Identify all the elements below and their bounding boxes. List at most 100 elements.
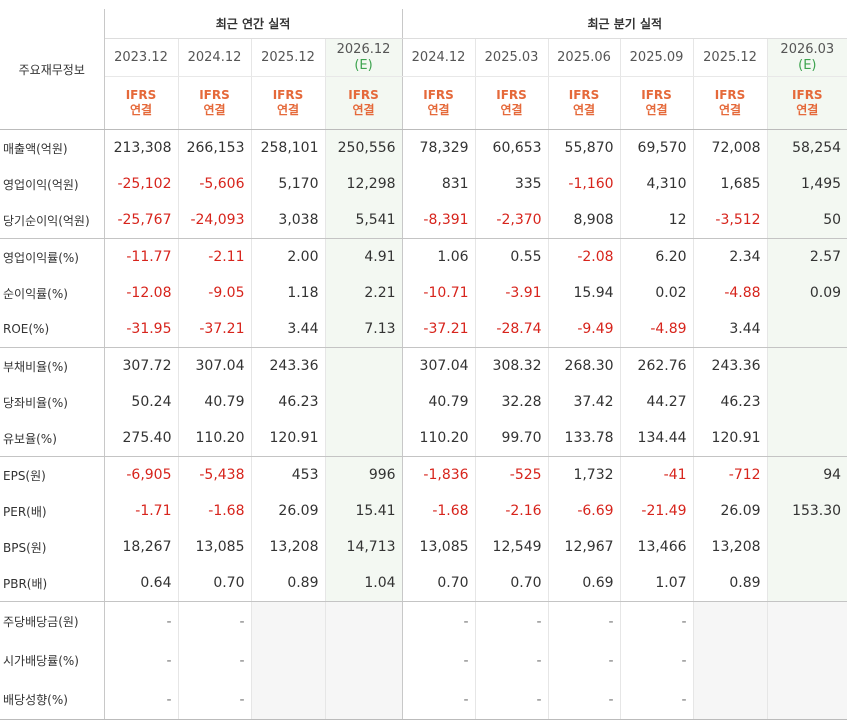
table-cell: -21.49 [619, 493, 694, 529]
table-cell: 12 [619, 202, 694, 239]
ifrs-consolidated-label: IFRS 연결 [547, 76, 621, 130]
consolidated-text: 연결 [352, 103, 375, 117]
table-cell: 6.20 [619, 238, 694, 275]
table-cell [766, 529, 848, 565]
table-cell: - [547, 641, 621, 680]
table-cell [250, 680, 325, 720]
consolidated-text: 연결 [645, 103, 668, 117]
table-cell: 2.34 [692, 238, 768, 275]
table-cell: 18,267 [122, 539, 172, 555]
table-cell: -2.08 [547, 238, 621, 275]
table-cell: -3,512 [692, 202, 768, 239]
row-label: 영업이익(억원) [0, 166, 105, 202]
table-cell: 7.13 [324, 311, 403, 348]
table-cell: 32.28 [474, 384, 549, 420]
table-cell: - [463, 613, 469, 630]
table-cell [766, 347, 848, 384]
table-cell: -1.68 [177, 493, 251, 529]
table-cell: -1.68 [432, 503, 469, 519]
ifrs-text: IFRS [125, 88, 157, 102]
table-cell: 14,713 [324, 529, 403, 565]
table-cell: - [474, 601, 549, 641]
period-label: 2025.06 [557, 49, 611, 65]
table-cell: 996 [324, 456, 403, 493]
consolidated-text: 연결 [276, 103, 300, 117]
table-cell: 40.79 [177, 384, 251, 420]
table-cell: 72,008 [692, 129, 768, 166]
table-cell: 275.40 [104, 420, 178, 457]
table-cell: 5,541 [324, 202, 403, 239]
table-cell: 258,101 [250, 129, 325, 166]
table-row: 주당배당금(원) - - - - - - [0, 601, 848, 641]
table-cell: 13,208 [692, 529, 768, 565]
corner-header: 주요재무정보 [0, 9, 105, 130]
table-cell: 46.23 [692, 384, 768, 420]
table-cell: -31.95 [104, 311, 178, 348]
table-cell: 0.70 [474, 565, 549, 602]
table-cell: -5,438 [177, 456, 251, 493]
table-cell: 15.41 [324, 493, 403, 529]
table-cell: 2.57 [766, 238, 848, 275]
period-label: 2024.12 [187, 49, 242, 65]
period-label: 2025.12 [703, 49, 757, 65]
table-cell: 213,308 [113, 140, 172, 156]
table-cell: -41 [619, 456, 694, 493]
table-cell: 307.72 [122, 358, 172, 374]
ifrs-consolidated-label: IFRS 연결 [324, 76, 403, 130]
table-row: 배당성향(%) - - - - - - [0, 680, 848, 720]
table-row: PER(배) -1.71 -1.68 26.09 15.41 -1.68 -2.16 -6.6… [0, 493, 848, 529]
ifrs-consolidated-label: IFRS 연결 [766, 76, 848, 130]
table-cell: 110.20 [177, 420, 251, 457]
period-header: 2025.06 [547, 38, 621, 77]
period-header: 2025.12 [250, 38, 325, 77]
ifrs-consolidated-label: IFRS 연결 [692, 76, 768, 130]
row-label: PER(배) [0, 493, 105, 529]
period-header: 2024.12 [402, 38, 476, 77]
ifrs-consolidated-label: IFRS 연결 [474, 76, 549, 130]
ifrs-text: IFRS [568, 88, 600, 102]
table-cell: 307.04 [419, 358, 469, 374]
row-label: 영업이익률(%) [0, 238, 105, 275]
table-cell: 1.04 [324, 565, 403, 602]
period-header: 2025.09 [619, 38, 694, 77]
table-cell: -2.16 [474, 493, 549, 529]
table-cell: 2.21 [324, 275, 403, 311]
table-row: 부채비율(%) 307.72 307.04 243.36 307.04 308.32 268… [0, 347, 848, 384]
ifrs-text: IFRS [272, 88, 304, 102]
table-cell: 0.89 [692, 565, 768, 602]
table-cell: - [402, 680, 476, 720]
ifrs-consolidated-label: IFRS 연결 [250, 76, 325, 130]
table-cell: 134.44 [619, 420, 694, 457]
table-cell: 94 [766, 456, 848, 493]
table-cell: 13,466 [619, 529, 694, 565]
table-cell: 44.27 [619, 384, 694, 420]
table-cell: 0.70 [402, 565, 476, 602]
ifrs-text: IFRS [714, 88, 746, 102]
table-cell: 133.78 [547, 420, 621, 457]
table-cell: -1,160 [547, 166, 621, 202]
table-cell: 0.69 [547, 565, 621, 602]
table-cell: 0.70 [177, 565, 251, 602]
table-cell: 13,085 [419, 539, 469, 555]
table-cell: 0.09 [766, 275, 848, 311]
table-cell: 5,170 [250, 166, 325, 202]
period-label: 2025.03 [484, 49, 539, 65]
period-label: 2023.12 [114, 49, 168, 65]
row-label: EPS(원) [0, 456, 105, 493]
row-label: ROE(%) [0, 311, 105, 348]
consolidated-text: 연결 [500, 103, 523, 117]
table-cell: -9.05 [177, 275, 251, 311]
table-cell: -525 [474, 456, 549, 493]
table-cell: 12,967 [547, 529, 621, 565]
table-row: 영업이익(억원) -25,102 -5,606 5,170 12,298 831 335 -1… [0, 166, 848, 202]
table-cell: -25,102 [117, 176, 172, 192]
ifrs-text: IFRS [496, 88, 527, 102]
table-cell [766, 384, 848, 420]
table-cell [324, 641, 403, 680]
period-header: 2026.03 (E) [766, 38, 848, 77]
consolidated-text: 연결 [203, 103, 226, 117]
period-header: 2025.03 [474, 38, 549, 77]
consolidated-text: 연결 [796, 103, 819, 117]
period-label: 2024.12 [411, 49, 466, 65]
table-cell: 268.30 [547, 347, 621, 384]
